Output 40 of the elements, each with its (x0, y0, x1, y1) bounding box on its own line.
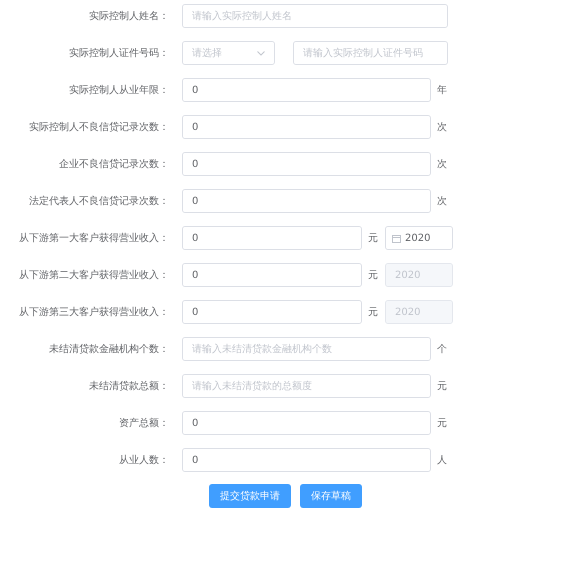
input-field[interactable]: 0 (182, 226, 362, 250)
field-label: 企业不良信贷记录次数： (58, 158, 170, 171)
field-label: 从下游第一大客户获得营业收入： (18, 232, 170, 245)
input-field[interactable]: 0 (182, 189, 431, 213)
unit-label: 个 (437, 343, 447, 356)
input-field[interactable]: 0 (182, 263, 362, 287)
year-picker[interactable]: 2020 (385, 226, 453, 250)
unit-label: 次 (437, 158, 447, 171)
input-field[interactable]: 请输入实际控制人证件号码 (293, 41, 448, 65)
input-field[interactable]: 0 (182, 411, 431, 435)
input-field[interactable]: 0 (182, 78, 431, 102)
field-label: 从下游第三大客户获得营业收入： (18, 306, 170, 319)
input-field[interactable]: 0 (182, 115, 431, 139)
field-label: 实际控制人证件号码： (68, 46, 170, 60)
field-label: 未结清贷款总额： (88, 380, 170, 393)
field-label: 从业人数： (118, 454, 170, 467)
input-field[interactable]: 0 (182, 300, 362, 324)
unit-label: 年 (437, 84, 447, 97)
unit-label: 次 (437, 121, 447, 134)
field-label: 从下游第二大客户获得营业收入： (18, 268, 170, 282)
input-field[interactable]: 请输入未结清贷款金融机构个数 (182, 337, 431, 361)
input-field[interactable]: 0 (182, 448, 431, 472)
unit-label: 元 (437, 380, 447, 393)
unit-label: 次 (437, 195, 447, 208)
unit-label: 元 (437, 417, 447, 430)
field-label: 资产总额： (118, 416, 170, 430)
field-label: 法定代表人不良信贷记录次数： (28, 194, 170, 208)
chevron-icon (257, 50, 265, 56)
unit-label: 元 (368, 269, 378, 282)
field-label: 未结清贷款金融机构个数： (48, 342, 170, 356)
input-field[interactable]: 请输入实际控制人姓名 (182, 4, 448, 28)
field-label: 实际控制人姓名： (88, 10, 170, 23)
input-field[interactable]: 0 (182, 152, 431, 176)
unit-label: 人 (437, 454, 447, 467)
field-label: 实际控制人从业年限： (68, 84, 170, 97)
field-label: 实际控制人不良信贷记录次数： (28, 120, 170, 134)
calendar-icon (392, 234, 401, 242)
unit-label: 元 (368, 232, 378, 245)
unit-label: 元 (368, 306, 378, 319)
input-field[interactable]: 请输入未结清贷款的总额度 (182, 374, 431, 398)
